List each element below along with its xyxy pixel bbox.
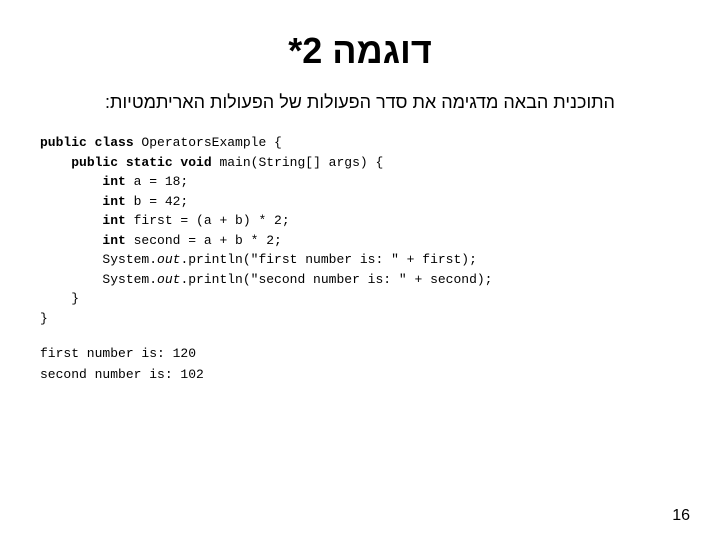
- code-line-4: int b = 42;: [40, 192, 690, 212]
- code-line-10: }: [40, 309, 690, 329]
- code-line-6: int second = a + b * 2;: [40, 231, 690, 251]
- code-line-3: int a = 18;: [40, 172, 690, 192]
- output-line-2: second number is: 102: [40, 365, 690, 386]
- output-line-1: first number is: 120: [40, 344, 690, 365]
- slide-subtitle: התוכנית הבאה מדגימה את סדר הפעולות של הפ…: [30, 92, 690, 113]
- slide: דוגמה 2* התוכנית הבאה מדגימה את סדר הפעו…: [0, 0, 720, 540]
- code-line-9: }: [40, 289, 690, 309]
- code-block: public class OperatorsExample { public s…: [40, 133, 690, 328]
- slide-title: דוגמה 2*: [30, 30, 690, 72]
- code-line-7: System.out.println("first number is: " +…: [40, 250, 690, 270]
- page-number: 16: [672, 507, 690, 525]
- code-line-8: System.out.println("second number is: " …: [40, 270, 690, 290]
- code-line-1: public class OperatorsExample {: [40, 133, 690, 153]
- output-block: first number is: 120 second number is: 1…: [40, 344, 690, 386]
- code-line-5: int first = (a + b) * 2;: [40, 211, 690, 231]
- code-line-2: public static void main(String[] args) {: [40, 153, 690, 173]
